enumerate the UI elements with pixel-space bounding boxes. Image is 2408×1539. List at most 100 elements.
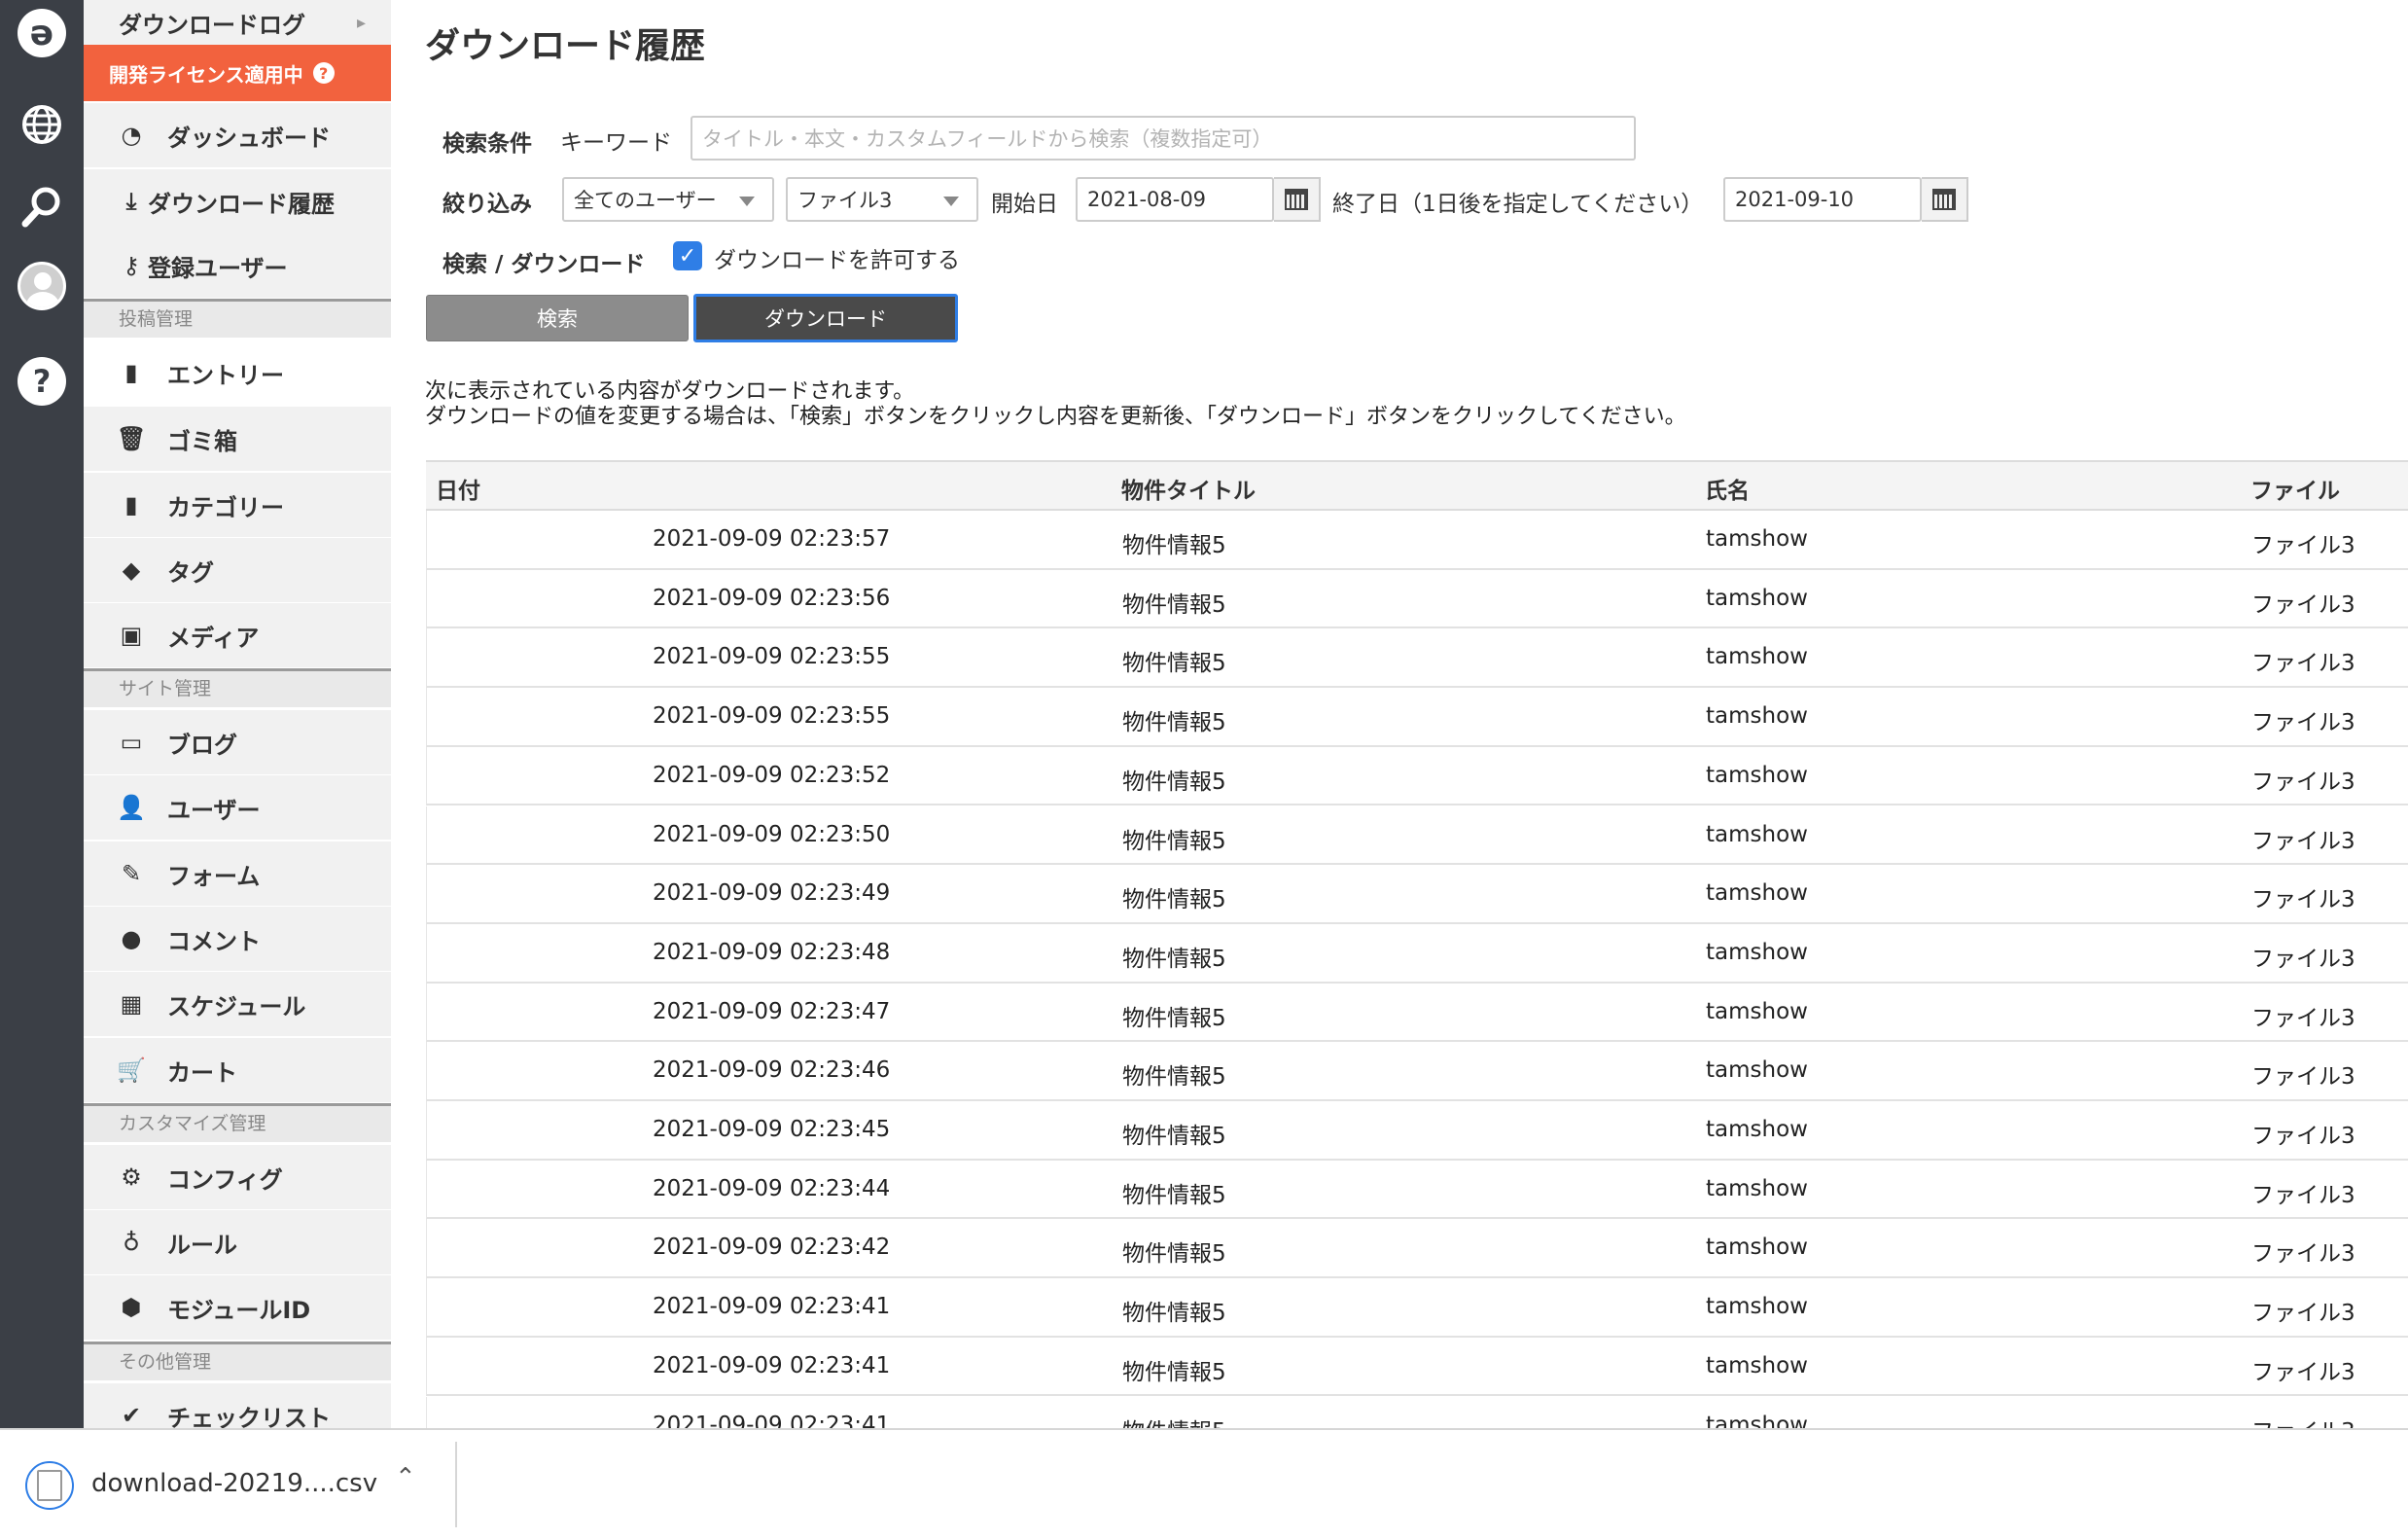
cell-title: 物件情報5: [1122, 946, 1226, 972]
form-icon: ✎: [121, 860, 142, 887]
sidebar-item-download-log[interactable]: ダウンロードログ ▸: [84, 0, 391, 45]
sidebar-item-cart[interactable]: 🛒 カート: [84, 1038, 391, 1102]
cell-file: ファイル3: [2251, 1241, 2355, 1268]
cell-date: 2021-09-09 02:23:56: [653, 585, 891, 611]
cell-name: tamshow: [1706, 1294, 1808, 1320]
cell-file: ファイル3: [2251, 1124, 2355, 1149]
check-icon: ✔: [121, 1402, 142, 1428]
cart-icon: 🛒: [117, 1056, 146, 1084]
cell-date: 2021-09-09 02:23:55: [653, 644, 891, 670]
cell-title: 物件情報5: [1122, 1359, 1226, 1385]
cell-date: 2021-09-09 02:23:46: [653, 1057, 891, 1084]
sidebar-item-dashboard[interactable]: ◔ ダッシュボード: [84, 103, 391, 167]
chevron-down-icon: [943, 197, 959, 206]
file-select-value: ファイル3: [797, 189, 893, 212]
sidebar-item-tag[interactable]: ◆ タグ: [84, 538, 391, 602]
filter-label: 絞り込み: [443, 192, 532, 217]
search-condition-label: 検索条件: [443, 131, 532, 157]
file-icon[interactable]: [25, 1461, 74, 1510]
sidebar-item-checklist[interactable]: ✔ チェックリスト: [84, 1383, 391, 1428]
sidebar-item-comment[interactable]: ● コメント: [84, 907, 391, 971]
start-date-label: 開始日: [991, 192, 1058, 217]
cell-file: ファイル3: [2251, 651, 2355, 677]
column-header-title[interactable]: 物件タイトル: [1121, 472, 1256, 505]
table-row: 2021-09-09 02:23:45 物件情報5 tamshow ファイル3: [426, 1101, 2408, 1161]
sidebar-item-download-history[interactable]: ⤓ ダウンロード履歴: [84, 169, 391, 233]
cell-date: 2021-09-09 02:23:41: [653, 1294, 891, 1320]
cell-title: 物件情報5: [1122, 828, 1226, 854]
gear-icon: ⚙: [121, 1163, 142, 1191]
cell-file: ファイル3: [2251, 769, 2355, 795]
user-key-icon: ⚷: [123, 252, 140, 279]
sidebar-item-form[interactable]: ✎ フォーム: [84, 841, 391, 906]
license-badge[interactable]: 開発ライセンス適用中 ?: [84, 45, 391, 101]
comment-icon: ●: [121, 925, 142, 952]
file-select[interactable]: ファイル3: [786, 177, 978, 222]
search-icon[interactable]: [15, 179, 69, 233]
allow-download-label[interactable]: ダウンロードを許可する: [714, 241, 960, 274]
dashboard-icon: ◔: [121, 122, 142, 149]
column-header-file[interactable]: ファイル: [2250, 472, 2340, 505]
chevron-up-icon[interactable]: ⌃: [395, 1463, 416, 1492]
avatar[interactable]: [15, 259, 69, 313]
sidebar-item-media[interactable]: ▣ メディア: [84, 603, 391, 667]
sidebar-item-module-id[interactable]: ⬢ モジュールID: [84, 1275, 391, 1340]
sidebar-item-label: エントリー: [167, 361, 284, 389]
help-icon[interactable]: ?: [312, 62, 335, 84]
sidebar-item-label: ダッシュボード: [167, 124, 331, 152]
cell-name: tamshow: [1706, 821, 1808, 847]
column-header-date[interactable]: 日付: [436, 472, 480, 505]
help-icon[interactable]: ?: [15, 354, 69, 409]
user-select[interactable]: 全てのユーザー: [562, 177, 774, 222]
sidebar-item-config[interactable]: ⚙ コンフィグ: [84, 1145, 391, 1209]
cell-name: tamshow: [1706, 703, 1808, 730]
cell-date: 2021-09-09 02:23:44: [653, 1175, 891, 1201]
column-header-name[interactable]: 氏名: [1705, 472, 1750, 505]
cell-file: ファイル3: [2251, 591, 2355, 618]
keyword-label: キーワード: [560, 130, 672, 156]
globe-icon[interactable]: [15, 97, 69, 152]
sidebar-item-blog[interactable]: ▭ ブログ: [84, 710, 391, 774]
end-date-input[interactable]: 2021-09-10: [1723, 177, 1922, 222]
cell-file: ファイル3: [2251, 1064, 2355, 1091]
sidebar-item-category[interactable]: ▮ カテゴリー: [84, 473, 391, 537]
cell-title: 物件情報5: [1122, 769, 1226, 795]
sidebar-item-label: コメント: [167, 927, 261, 955]
cell-date: 2021-09-09 02:23:50: [653, 821, 891, 847]
calendar-button[interactable]: [1274, 177, 1321, 222]
allow-download-checkbox[interactable]: ✓: [673, 241, 702, 270]
chevron-right-icon: ▸: [356, 12, 366, 33]
table-row: 2021-09-09 02:23:56 物件情報5 tamshow ファイル3: [426, 569, 2408, 629]
sidebar-section-header: その他管理: [84, 1342, 391, 1380]
page-title: ダウンロード履歴: [425, 26, 706, 66]
cell-date: 2021-09-09 02:23:45: [653, 1117, 891, 1142]
cell-date: 2021-09-09 02:23:47: [653, 998, 891, 1024]
sidebar-item-registered-users[interactable]: ⚷ 登録ユーザー: [84, 233, 391, 298]
cell-title: 物件情報5: [1122, 1182, 1226, 1208]
user-select-value: 全てのユーザー: [574, 189, 717, 212]
cell-title: 物件情報5: [1122, 1241, 1226, 1268]
download-button[interactable]: ダウンロード: [693, 294, 958, 342]
sidebar-section-header: 投稿管理: [84, 299, 391, 338]
calendar-icon: ▦: [120, 990, 143, 1018]
cell-name: tamshow: [1706, 939, 1808, 965]
sidebar-item-label: ゴミ箱: [167, 427, 237, 455]
cell-title: 物件情報5: [1122, 591, 1226, 618]
calendar-button[interactable]: [1922, 177, 1968, 222]
cell-title: 物件情報5: [1122, 1064, 1226, 1091]
logo-icon[interactable]: ə: [15, 6, 69, 60]
sidebar-item-user[interactable]: 👤 ユーザー: [84, 775, 391, 840]
download-file-name[interactable]: download-20219....csv: [91, 1469, 377, 1498]
cell-name: tamshow: [1706, 585, 1808, 611]
check-icon: ✓: [678, 243, 697, 268]
sidebar-item-trash[interactable]: 🗑 ゴミ箱: [84, 407, 391, 471]
sidebar-item-entry[interactable]: ▮ エントリー: [84, 340, 391, 405]
cell-name: tamshow: [1706, 526, 1808, 552]
start-date-input[interactable]: 2021-08-09: [1076, 177, 1274, 222]
cell-file: ファイル3: [2251, 710, 2355, 736]
sidebar-item-schedule[interactable]: ▦ スケジュール: [84, 972, 391, 1036]
search-button[interactable]: 検索: [426, 295, 689, 341]
sidebar-item-rule[interactable]: ♁ ルール: [84, 1210, 391, 1274]
keyword-input[interactable]: タイトル・本文・カスタムフィールドから検索（複数指定可）: [691, 116, 1636, 161]
cell-file: ファイル3: [2251, 946, 2355, 972]
